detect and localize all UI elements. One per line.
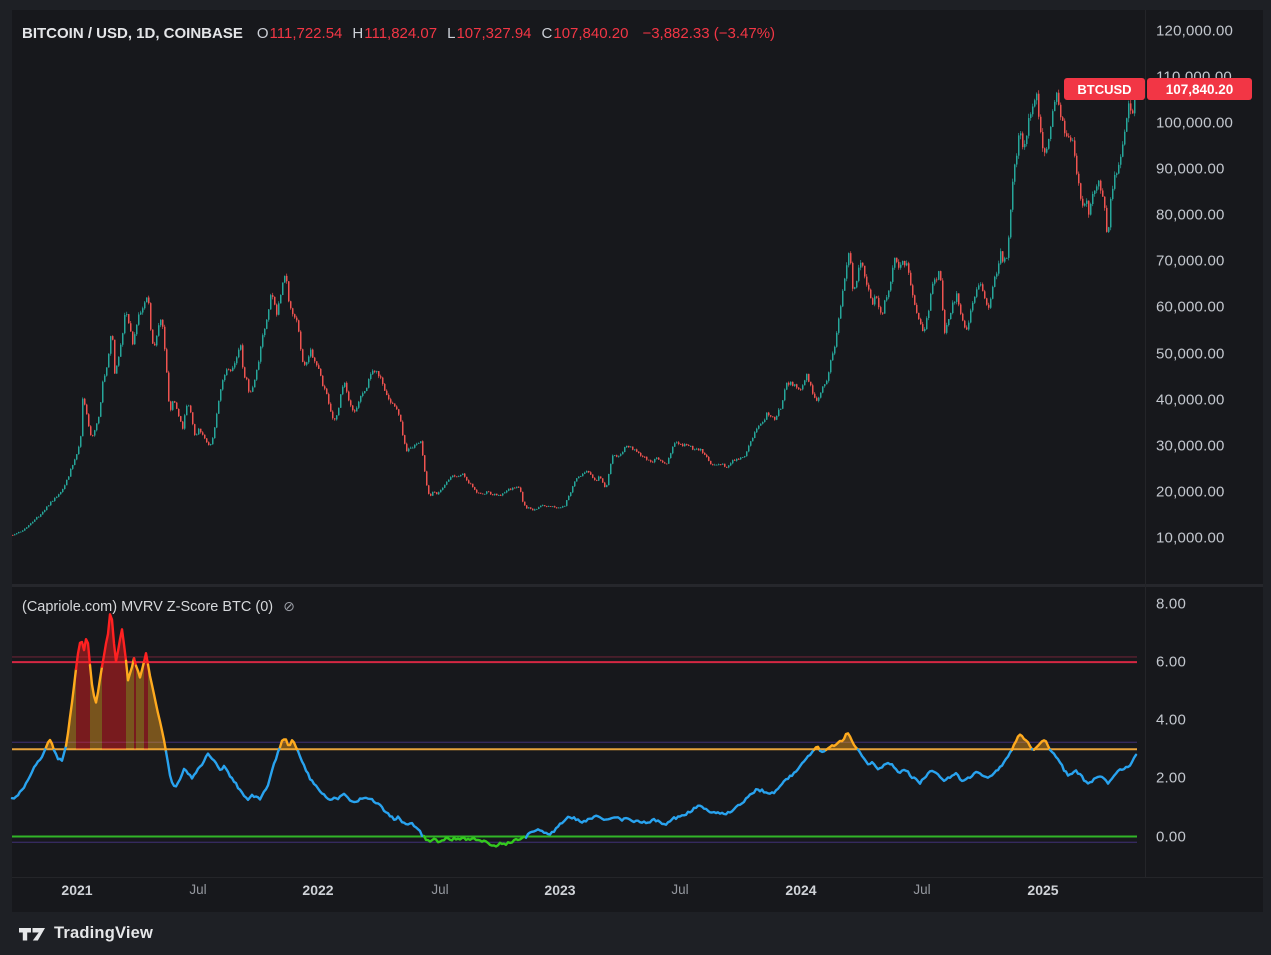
low-label: L [447, 25, 455, 42]
indicator-disable-icon[interactable]: ⊘ [283, 598, 295, 614]
indicator-title[interactable]: (Capriole.com) MVRV Z-Score BTC (0) [22, 599, 273, 615]
tradingview-brand-text: TradingView [54, 924, 153, 943]
high-value: 111,824.07 [364, 25, 437, 42]
last-price-tag: 107,840.20 [1147, 78, 1252, 100]
time-axis-separator [12, 877, 1263, 878]
open-label: O [257, 25, 269, 42]
chart-legend: BITCOIN / USD, 1D, COINBASEO111,722.54H1… [22, 25, 775, 42]
symbol-title[interactable]: BITCOIN / USD, 1D, COINBASE [22, 25, 243, 42]
price-axis-border [1145, 10, 1146, 877]
close-label: C [542, 25, 553, 42]
chart-canvas[interactable] [0, 0, 1271, 955]
footer-bar: TradingView [0, 912, 1271, 955]
low-value: 107,327.94 [456, 25, 531, 42]
page: { "header": { "symbol": "BITCOIN / USD, … [0, 0, 1271, 955]
indicator-legend: (Capriole.com) MVRV Z-Score BTC (0) ⊘ [22, 598, 295, 615]
change-value: −3,882.33 (−3.47%) [642, 25, 775, 42]
high-label: H [352, 25, 363, 42]
tradingview-logo-icon [18, 924, 46, 944]
tradingview-logo[interactable]: TradingView [18, 924, 153, 944]
pane-separator[interactable] [12, 584, 1263, 587]
open-value: 111,722.54 [270, 25, 343, 42]
symbol-tag: BTCUSD [1064, 78, 1145, 100]
close-value: 107,840.20 [553, 25, 628, 42]
